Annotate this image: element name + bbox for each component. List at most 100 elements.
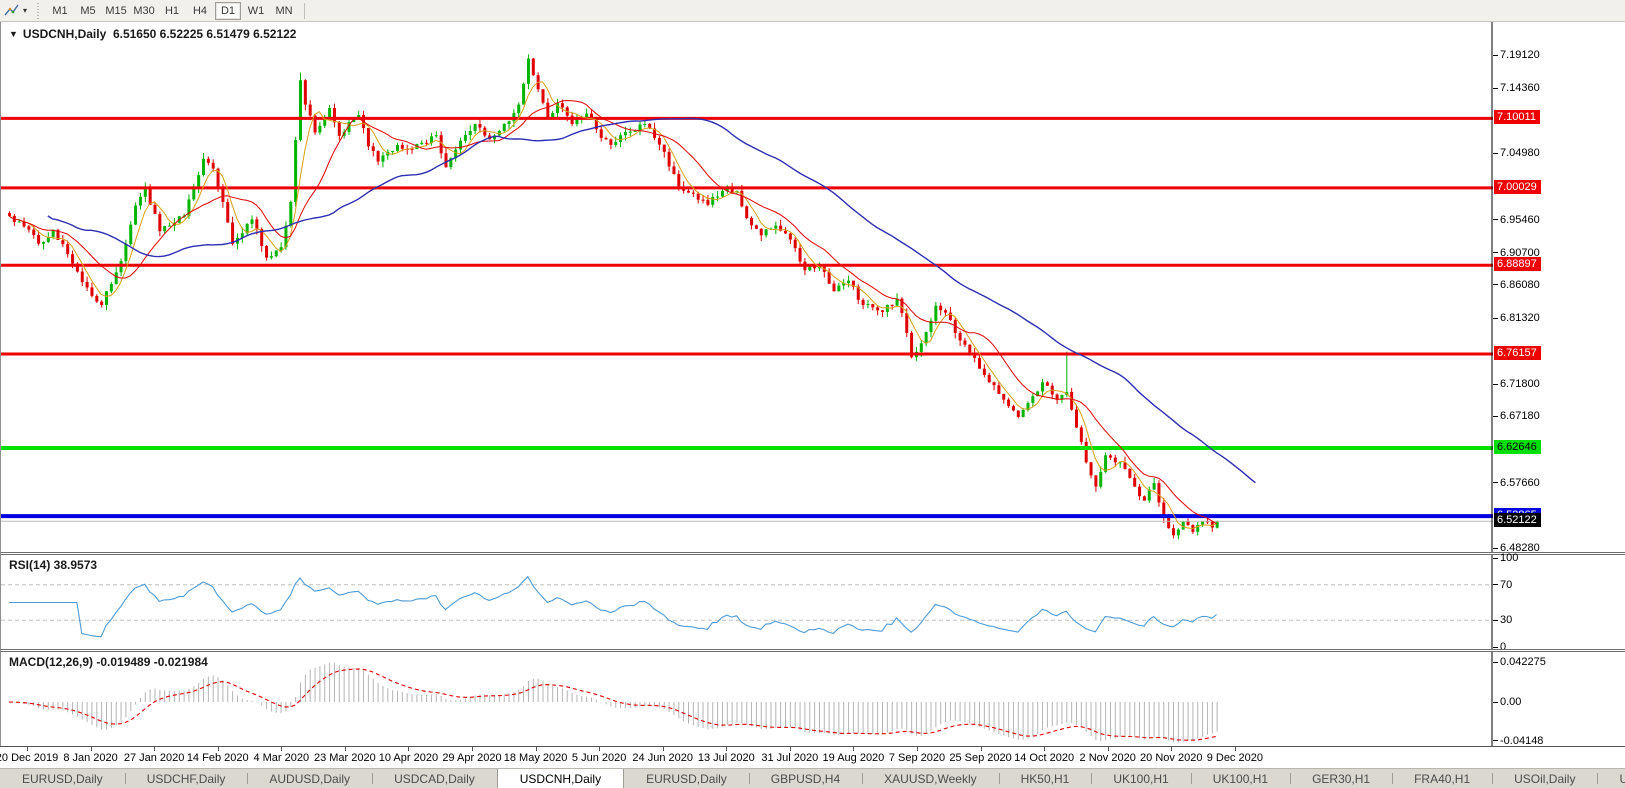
macd-axis: 0.042275 0.00 -0.04148 bbox=[1493, 652, 1625, 747]
chart-window: ▼ USDCNH,Daily 6.51650 6.52225 6.51479 6.… bbox=[0, 22, 1625, 747]
date-tick-label: 23 Mar 2020 bbox=[313, 752, 376, 764]
chart-tab-uk100-h1[interactable]: UK100,H1 bbox=[1091, 769, 1190, 788]
date-tick-mark bbox=[726, 747, 728, 751]
date-tick-mark bbox=[217, 747, 219, 751]
macd-plot[interactable] bbox=[1, 652, 1493, 746]
date-tick-label: 10 Apr 2020 bbox=[378, 752, 439, 764]
chart-tab-fra40-h1[interactable]: FRA40,H1 bbox=[1392, 769, 1492, 788]
date-tick-label: 5 Jun 2020 bbox=[571, 752, 627, 764]
candles bbox=[8, 54, 1219, 540]
date-tick-mark bbox=[789, 747, 791, 751]
horizontal-lines bbox=[1, 116, 1493, 522]
period-button-M5[interactable]: M5 bbox=[75, 2, 101, 20]
macd-tick-label: 0.00 bbox=[1500, 696, 1522, 708]
period-button-M30[interactable]: M30 bbox=[131, 2, 157, 20]
axis-tick-mark bbox=[1493, 701, 1498, 703]
chart-ohlc-readout: 6.51650 6.52225 6.51479 6.52122 bbox=[112, 27, 297, 41]
chart-tab-eurusd-daily[interactable]: EURUSD,Daily bbox=[0, 769, 125, 788]
chart-type-dropdown[interactable]: ▾ bbox=[0, 1, 31, 21]
price-plot[interactable] bbox=[1, 22, 1493, 552]
date-tick-mark bbox=[662, 747, 664, 751]
axis-tick-mark bbox=[1493, 619, 1498, 621]
date-tick-mark bbox=[1234, 747, 1236, 751]
date-axis: 20 Dec 2019 8 Jan 2020 27 Jan 2020 14 Feb 2… bbox=[0, 746, 1625, 768]
axis-tick-mark bbox=[1493, 557, 1498, 559]
date-tick-label: 13 Jul 2020 bbox=[697, 752, 755, 764]
date-tick-label: 31 Jul 2020 bbox=[761, 752, 819, 764]
date-tick-label: 8 Jan 2020 bbox=[63, 752, 118, 764]
date-tick-mark bbox=[535, 747, 537, 751]
axis-tick-mark bbox=[1493, 415, 1498, 417]
rsi-tick-label: 70 bbox=[1500, 578, 1513, 591]
date-tick-label: 20 Dec 2019 bbox=[0, 752, 59, 764]
axis-tick-mark bbox=[1493, 317, 1498, 319]
chart-symbol-label: USDCNH,Daily bbox=[22, 27, 107, 41]
chart-tab-usdcnh-daily[interactable]: USDCNH,Daily bbox=[496, 769, 625, 788]
date-tick-mark bbox=[408, 747, 410, 751]
date-tick-mark bbox=[1044, 747, 1046, 751]
macd-tick-label: 0.042275 bbox=[1500, 656, 1546, 669]
date-tick-label: 20 Nov 2020 bbox=[1140, 752, 1203, 764]
chart-tab-xauusd-weekly[interactable]: XAUUSD,Weekly bbox=[862, 769, 998, 788]
chart-tab-usdjpy-h1[interactable]: USDJPY,H1 bbox=[1597, 769, 1625, 788]
period-button-M15[interactable]: M15 bbox=[103, 2, 129, 20]
axis-tick-mark bbox=[1493, 547, 1498, 549]
axis-tick-mark bbox=[1493, 482, 1498, 484]
period-button-D1[interactable]: D1 bbox=[215, 1, 242, 20]
chart-tab-usdcad-daily[interactable]: USDCAD,Daily bbox=[372, 769, 497, 788]
price-pane[interactable]: ▼ USDCNH,Daily 6.51650 6.52225 6.51479 6.… bbox=[1, 22, 1625, 554]
timeframes-toolbar: ▾ M1 M5 M15 M30 H1 H4 D1 W1 MN bbox=[0, 0, 1625, 22]
price-tick-label: 7.04980 bbox=[1500, 147, 1540, 160]
date-tick-label: 14 Oct 2020 bbox=[1014, 752, 1075, 764]
axis-tick-mark bbox=[1493, 284, 1498, 286]
date-tick-mark bbox=[281, 747, 283, 751]
macd-pane[interactable]: MACD(12,26,9) -0.019489 -0.021984 0.0422… bbox=[1, 652, 1625, 747]
axis-tick-mark bbox=[1493, 152, 1498, 154]
period-button-M1[interactable]: M1 bbox=[47, 2, 73, 20]
date-tick-label: 9 Dec 2020 bbox=[1206, 752, 1263, 764]
chart-tab-hk50-h1[interactable]: HK50,H1 bbox=[998, 769, 1092, 788]
date-tick-mark bbox=[154, 747, 156, 751]
chart-tab-usdchf-daily[interactable]: USDCHF,Daily bbox=[124, 769, 248, 788]
chart-tab-uk100-h1[interactable]: UK100,H1 bbox=[1190, 769, 1290, 788]
rsi-label: RSI(14) 38.9573 bbox=[9, 558, 98, 572]
date-tick-mark bbox=[916, 747, 918, 751]
chart-tab-ger30-h1[interactable]: GER30,H1 bbox=[1290, 769, 1392, 788]
axis-tick-mark bbox=[1493, 584, 1498, 586]
chevron-down-icon: ▾ bbox=[23, 6, 28, 15]
period-button-H4[interactable]: H4 bbox=[187, 2, 213, 20]
rsi-plot[interactable] bbox=[1, 555, 1493, 649]
toolbar-grip bbox=[36, 2, 42, 19]
date-tick-mark bbox=[853, 747, 855, 751]
period-button-MN[interactable]: MN bbox=[271, 2, 297, 20]
axis-tick-mark bbox=[1493, 646, 1498, 648]
price-tick-label: 7.19120 bbox=[1500, 49, 1540, 61]
price-tick-label: 6.71800 bbox=[1500, 378, 1540, 391]
period-button-W1[interactable]: W1 bbox=[243, 2, 269, 20]
chart-tab-audusd-daily[interactable]: AUDUSD,Daily bbox=[247, 769, 372, 788]
hline-price-label: 6.62646 bbox=[1494, 440, 1541, 455]
hline-price-label: 6.76157 bbox=[1494, 345, 1541, 360]
axis-tick-mark bbox=[1493, 661, 1498, 663]
date-tick-label: 19 Aug 2020 bbox=[822, 752, 885, 764]
price-tick-label: 6.95460 bbox=[1500, 213, 1540, 226]
hline-price-label: 6.52122 bbox=[1494, 513, 1541, 528]
moving-average-13 bbox=[8, 99, 1217, 525]
macd-histogram bbox=[13, 662, 1218, 743]
hline-price-label: 6.88897 bbox=[1494, 257, 1541, 272]
period-button-H1[interactable]: H1 bbox=[159, 2, 185, 20]
chart-tab-eurusd-daily[interactable]: EURUSD,Daily bbox=[624, 769, 749, 788]
date-tick-label: 7 Sep 2020 bbox=[888, 752, 946, 764]
chart-tab-gbpusd-h4[interactable]: GBPUSD,H4 bbox=[748, 769, 862, 788]
chart-tab-usoil-daily[interactable]: USOil,Daily bbox=[1492, 769, 1597, 788]
price-tick-label: 6.67180 bbox=[1500, 410, 1540, 423]
axis-tick-mark bbox=[1493, 252, 1498, 254]
date-tick-label: 24 Jun 2020 bbox=[632, 752, 693, 764]
date-tick-mark bbox=[1107, 747, 1109, 751]
price-tick-label: 6.86080 bbox=[1500, 278, 1540, 291]
axis-tick-mark bbox=[1493, 740, 1498, 742]
price-tick-label: 7.14360 bbox=[1500, 82, 1540, 95]
rsi-pane[interactable]: RSI(14) 38.9573 100 70 30 0 bbox=[1, 552, 1625, 653]
axis-tick-mark bbox=[1493, 219, 1498, 221]
rsi-tick-label: 30 bbox=[1500, 614, 1513, 627]
